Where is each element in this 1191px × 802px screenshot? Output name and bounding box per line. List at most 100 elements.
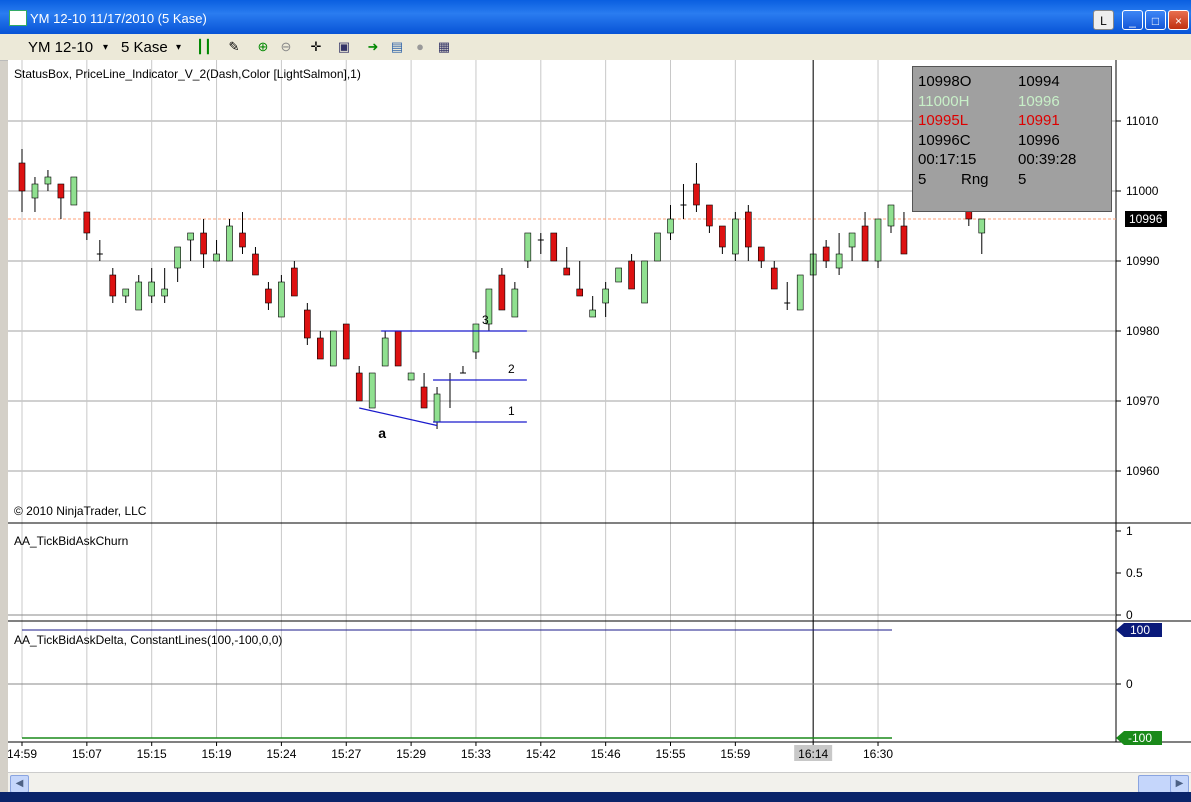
pencil-icon[interactable]: ✎	[226, 39, 242, 55]
candle-body	[135, 281, 143, 311]
scroll-left-icon[interactable]: ◀	[10, 775, 29, 793]
candle-body	[226, 225, 233, 262]
candle-body	[615, 267, 622, 283]
candle-body	[291, 267, 298, 297]
zoom-in-icon[interactable]: ⊕	[255, 39, 271, 55]
minimize-button[interactable]: _	[1122, 10, 1143, 30]
time-tick-label: 15:55	[655, 747, 685, 761]
link-button[interactable]: L	[1093, 10, 1114, 30]
time-tick-label: 16:30	[863, 747, 893, 761]
instrument-selector[interactable]: YM 12-10	[28, 39, 93, 56]
status-value: 00:39:28	[1018, 151, 1077, 168]
status-value: 5	[1018, 170, 1027, 188]
candle-body	[278, 281, 285, 318]
candle-body	[381, 337, 389, 367]
chevron-down-icon[interactable]: ▾	[176, 42, 181, 53]
candle-body	[213, 253, 220, 262]
time-tick-label: 14:59	[8, 747, 37, 761]
price-tick-label: 10960	[1126, 464, 1160, 478]
maximize-button[interactable]: □	[1145, 10, 1166, 30]
candle-body	[317, 337, 324, 360]
candle-body	[407, 372, 415, 381]
time-tick-label: 15:29	[396, 747, 426, 761]
close-button[interactable]: ×	[1168, 10, 1189, 30]
candle-body	[719, 225, 726, 248]
scroll-right-icon[interactable]: ▶	[1170, 775, 1189, 793]
status-value: 11000H	[918, 92, 970, 110]
status-value: 10996	[1018, 131, 1060, 149]
dot-icon[interactable]: ●	[412, 39, 428, 55]
candle-body	[342, 323, 350, 360]
candle-body	[550, 232, 558, 262]
current-price-label: 10996	[1129, 212, 1163, 226]
candle-body	[602, 288, 609, 304]
candle-body	[31, 183, 39, 199]
candle-body	[524, 232, 532, 262]
price-tick-label: 10990	[1126, 254, 1160, 268]
window-bottom-edge	[0, 792, 1191, 802]
candle-body	[433, 393, 441, 423]
title-bar: YM 12-10 11/17/2010 (5 Kase) L _ □ ×	[0, 0, 1191, 34]
bar-type-selector[interactable]: 5 Kase	[121, 39, 168, 56]
candle-body	[641, 260, 648, 304]
status-value: 10994	[1018, 73, 1060, 90]
price-tick-label: 10970	[1126, 394, 1160, 408]
churn-tick-label: 0	[1126, 608, 1133, 622]
copyright-label: © 2010 NinjaTrader, LLC	[14, 504, 147, 518]
time-tick-label: 15:46	[591, 747, 621, 761]
candle-body	[732, 218, 739, 255]
price-tick-label: 11010	[1126, 114, 1159, 128]
delta-panel-label: AA_TickBidAskDelta, ConstantLines(100,-1…	[14, 633, 282, 647]
horizontal-scrollbar[interactable]: ◀ ▶	[8, 772, 1191, 793]
candle-body	[44, 176, 52, 185]
crosshair-icon[interactable]: ✛	[308, 39, 324, 55]
candle-body	[874, 218, 882, 262]
candle-body	[745, 211, 752, 248]
status-box: 10998O 10994 11000H 10996 10995L 10991 10996C 1…	[912, 66, 1112, 212]
app-icon	[9, 10, 27, 26]
churn-tick-label: 1	[1126, 524, 1133, 538]
candle-body	[304, 309, 311, 339]
candle-body	[57, 183, 65, 199]
status-value: 10998O	[918, 73, 972, 90]
annotation-label: 1	[508, 404, 515, 418]
candle-body	[589, 309, 596, 318]
strategy-icon[interactable]: ➜	[365, 39, 381, 55]
delta-tick-label: 0	[1126, 677, 1133, 691]
candle-body	[900, 225, 908, 255]
candle-body	[109, 274, 117, 297]
time-tick-label: 15:33	[461, 747, 491, 761]
candle-body	[887, 204, 895, 227]
candle-body	[265, 288, 272, 304]
candle-body	[848, 232, 856, 248]
candle-body	[239, 232, 246, 248]
annotation-label: 3	[482, 313, 489, 327]
candle-body	[667, 218, 674, 234]
candle-body	[394, 330, 402, 367]
properties-icon[interactable]: ▣	[336, 39, 352, 55]
time-tick-label: 15:15	[137, 747, 167, 761]
data-box-icon[interactable]: ▦	[436, 39, 452, 55]
candle-body	[628, 260, 635, 290]
window-title: YM 12-10 11/17/2010 (5 Kase)	[30, 11, 207, 26]
candlestick-icon[interactable]: ┃┃	[196, 39, 212, 55]
time-tick-label: 15:24	[266, 747, 296, 761]
delta-tick-label: 100	[1130, 623, 1150, 637]
time-tick-label: 16:14	[798, 747, 828, 761]
time-tick-label: 15:27	[331, 747, 361, 761]
time-tick-label: 15:19	[202, 747, 232, 761]
candle-body	[18, 162, 26, 192]
candle-body	[420, 386, 428, 409]
status-value: 10991	[1018, 112, 1060, 129]
zoom-out-icon[interactable]: ⊖	[278, 39, 294, 55]
candle-body	[770, 267, 778, 290]
status-value: 10996	[1018, 92, 1060, 110]
indicator-icon[interactable]: ▤	[389, 39, 405, 55]
candle-body	[693, 183, 700, 206]
status-value: 00:17:15	[918, 151, 977, 168]
candle-body	[822, 246, 830, 262]
price-tick-label: 11000	[1126, 184, 1159, 198]
candle-body	[148, 281, 155, 297]
candle-body	[329, 330, 337, 367]
chevron-down-icon[interactable]: ▾	[103, 42, 108, 53]
